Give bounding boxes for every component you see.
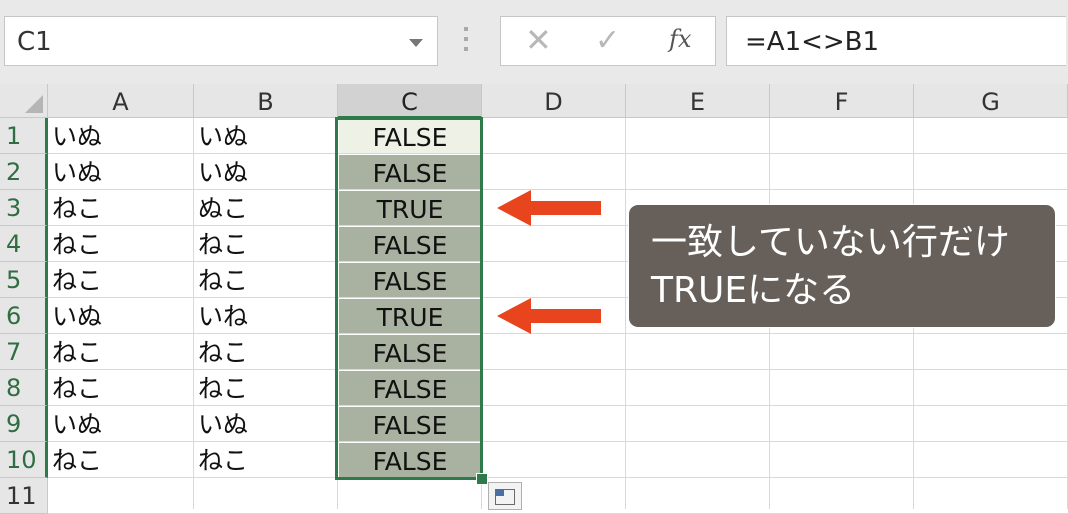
select-all-icon [25, 95, 43, 113]
name-box-value: C1 [17, 27, 52, 57]
cell-a4[interactable]: ねこ [48, 226, 194, 262]
row-header-6[interactable]: 6 [0, 298, 48, 334]
cell-b5[interactable]: ねこ [194, 262, 338, 298]
column-header-a[interactable]: A [48, 84, 194, 118]
name-box[interactable]: C1 [4, 16, 438, 66]
callout-line-1: 一致していない行だけ [651, 222, 1010, 263]
cell-b7[interactable]: ねこ [194, 334, 338, 370]
cell-a7[interactable]: ねこ [48, 334, 194, 370]
gridline [481, 118, 482, 509]
cell-a6[interactable]: いぬ [48, 298, 194, 334]
annotation-callout: 一致していない行だけ TRUEになる [628, 204, 1056, 328]
insert-function-icon[interactable]: fx [669, 25, 691, 53]
formula-text: =A1<>B1 [745, 27, 880, 57]
row-header-9[interactable]: 9 [0, 406, 48, 442]
row-header-7[interactable]: 7 [0, 334, 48, 370]
cell-a8[interactable]: ねこ [48, 370, 194, 406]
row-header-10[interactable]: 10 [0, 442, 48, 478]
cell-b1[interactable]: いぬ [194, 118, 338, 154]
cell-c4[interactable]: FALSE [339, 227, 481, 261]
cell-a3[interactable]: ねこ [48, 190, 194, 226]
column-header-e[interactable]: E [626, 84, 770, 118]
cell-a5[interactable]: ねこ [48, 262, 194, 298]
row-header-8[interactable]: 8 [0, 370, 48, 406]
column-header-d[interactable]: D [482, 84, 626, 118]
row-header-1[interactable]: 1 [0, 118, 48, 154]
quick-analysis-icon[interactable] [488, 482, 522, 510]
cancel-icon[interactable]: ✕ [525, 21, 552, 59]
cell-b3[interactable]: ぬこ [194, 190, 338, 226]
row-header-2[interactable]: 2 [0, 154, 48, 190]
column-header-b[interactable]: B [194, 84, 338, 118]
drag-handle-icon[interactable] [462, 24, 470, 64]
select-all-button[interactable] [0, 84, 48, 118]
row-header-5[interactable]: 5 [0, 262, 48, 298]
cell-a2[interactable]: いぬ [48, 154, 194, 190]
callout-line-2: TRUEになる [651, 270, 856, 311]
cell-c5[interactable]: FALSE [339, 263, 481, 297]
cell-c7[interactable]: FALSE [339, 335, 481, 369]
cell-a10[interactable]: ねこ [48, 442, 194, 478]
cell-b8[interactable]: ねこ [194, 370, 338, 406]
fill-handle[interactable] [476, 473, 488, 485]
cell-c10[interactable]: FALSE [339, 443, 481, 477]
cell-c6[interactable]: TRUE [339, 299, 481, 333]
cell-c3[interactable]: TRUE [339, 191, 481, 225]
cell-a1[interactable]: いぬ [48, 118, 194, 154]
arrow-icon [497, 298, 603, 334]
cell-a9[interactable]: いぬ [48, 406, 194, 442]
cell-b2[interactable]: いぬ [194, 154, 338, 190]
cell-b4[interactable]: ねこ [194, 226, 338, 262]
chevron-down-icon[interactable] [409, 39, 423, 47]
cell-c9[interactable]: FALSE [339, 407, 481, 441]
cell-c1[interactable]: FALSE [339, 119, 481, 153]
arrow-icon [497, 190, 603, 226]
row-header-4[interactable]: 4 [0, 226, 48, 262]
enter-icon[interactable]: ✓ [595, 23, 620, 58]
cell-b6[interactable]: いね [194, 298, 338, 334]
row-header-3[interactable]: 3 [0, 190, 48, 226]
column-header-f[interactable]: F [770, 84, 914, 118]
cell-b10[interactable]: ねこ [194, 442, 338, 478]
cell-b9[interactable]: いぬ [194, 406, 338, 442]
cell-c2[interactable]: FALSE [339, 155, 481, 189]
formula-buttons: ✕ ✓ fx [500, 16, 716, 66]
column-header-g[interactable]: G [914, 84, 1068, 118]
formula-bar: C1 ✕ ✓ fx =A1<>B1 [0, 0, 1068, 84]
formula-input[interactable]: =A1<>B1 [726, 16, 1066, 66]
gridline [625, 118, 626, 509]
cell-c8[interactable]: FALSE [339, 371, 481, 405]
column-header-c[interactable]: C [338, 84, 482, 118]
